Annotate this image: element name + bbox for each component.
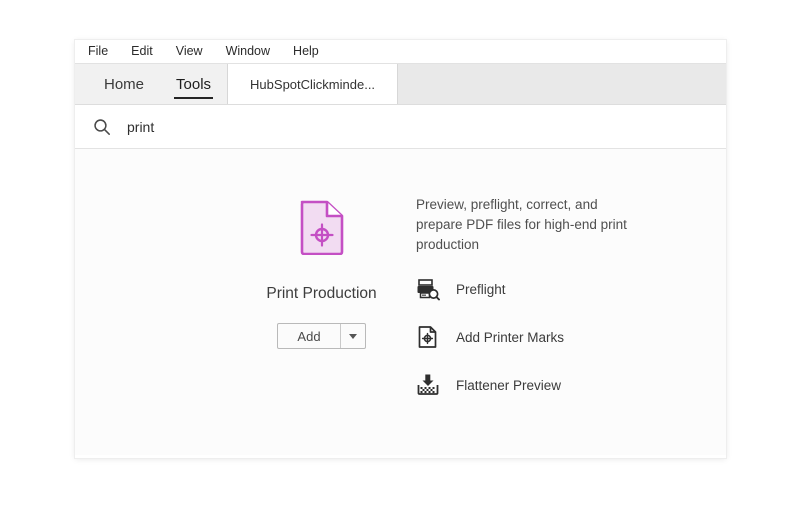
action-flattener-preview-label: Flattener Preview (456, 378, 561, 393)
action-preflight-label: Preflight (456, 282, 506, 297)
action-add-printer-marks-label: Add Printer Marks (456, 330, 564, 345)
menu-file[interactable]: File (88, 45, 108, 58)
tool-details: Preview, preflight, correct, and prepare… (416, 195, 685, 397)
printer-magnifier-icon (416, 277, 440, 301)
menu-bar: File Edit View Window Help (75, 40, 726, 63)
search-input[interactable]: print (127, 120, 154, 134)
search-bar[interactable]: print (75, 105, 726, 149)
application-window: File Edit View Window Help Home Tools Hu… (75, 40, 726, 458)
menu-edit[interactable]: Edit (131, 45, 153, 58)
tab-document-label: HubSpotClickminde... (250, 77, 375, 92)
add-button[interactable]: Add (278, 324, 341, 348)
print-production-panel: Print Production Add Preview, preflight,… (255, 195, 685, 397)
action-add-printer-marks[interactable]: Add Printer Marks (416, 325, 685, 349)
primary-tab-group: Home Tools (75, 64, 227, 104)
tools-content-area: Print Production Add Preview, preflight,… (75, 149, 726, 455)
flattener-download-icon (416, 373, 440, 397)
document-registration-mark-icon (416, 325, 440, 349)
tab-tools[interactable]: Tools (160, 64, 227, 104)
menu-window[interactable]: Window (226, 45, 270, 58)
tab-document[interactable]: HubSpotClickminde... (227, 64, 398, 104)
tab-strip: Home Tools HubSpotClickminde... (75, 63, 726, 105)
tool-action-list: Preflight Add Printer Marks (416, 277, 685, 397)
add-button-group[interactable]: Add (277, 323, 366, 349)
tool-title: Print Production (266, 285, 376, 303)
add-dropdown-button[interactable] (341, 324, 365, 348)
action-preflight[interactable]: Preflight (416, 277, 685, 301)
tab-home[interactable]: Home (88, 64, 160, 104)
tab-tools-label: Tools (176, 76, 211, 93)
tool-description: Preview, preflight, correct, and prepare… (416, 195, 636, 255)
print-production-icon (298, 199, 346, 255)
chevron-down-icon (349, 334, 357, 339)
action-flattener-preview[interactable]: Flattener Preview (416, 373, 685, 397)
tool-summary: Print Production Add (255, 195, 388, 397)
tab-home-label: Home (104, 76, 144, 93)
search-icon (93, 118, 111, 136)
menu-view[interactable]: View (176, 45, 203, 58)
menu-help[interactable]: Help (293, 45, 319, 58)
tab-strip-filler (398, 64, 726, 104)
